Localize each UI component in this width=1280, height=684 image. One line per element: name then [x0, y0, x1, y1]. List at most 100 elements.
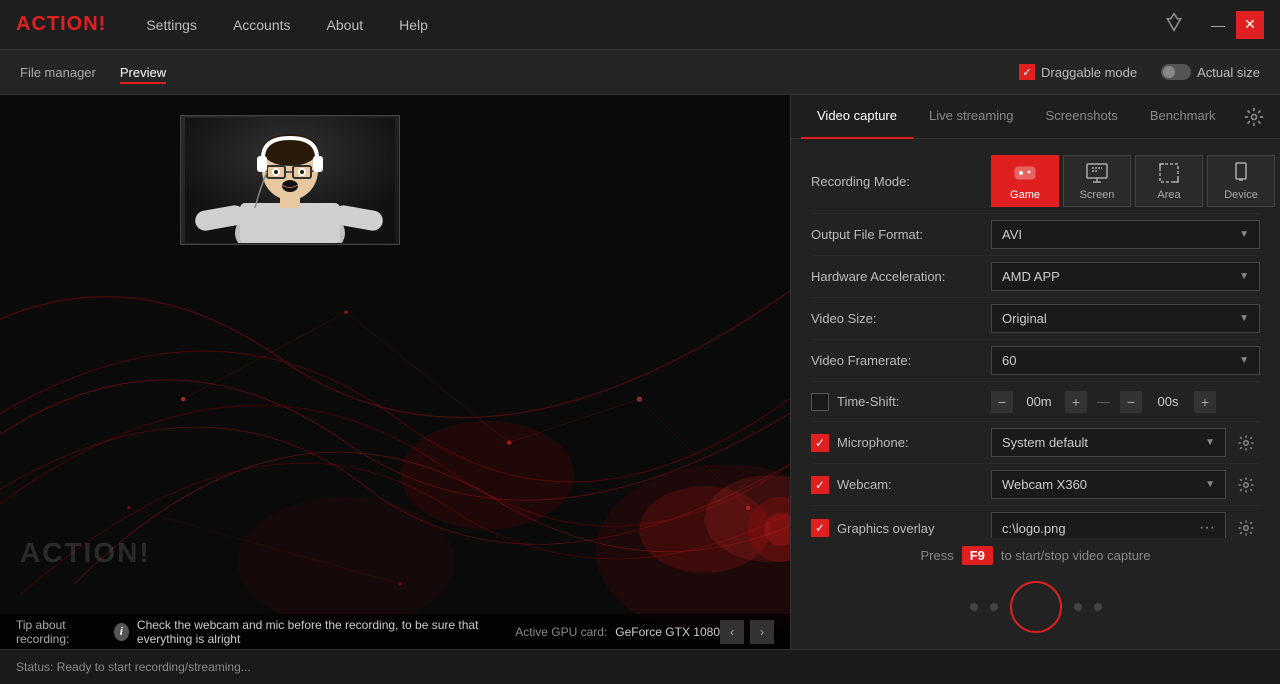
- recording-mode-label: Recording Mode:: [811, 174, 991, 189]
- microphone-control: System default ▼: [991, 428, 1260, 457]
- hw-accel-arrow: ▼: [1239, 271, 1249, 282]
- minimize-button[interactable]: —: [1204, 11, 1232, 39]
- microphone-row: Microphone: System default ▼: [811, 422, 1260, 464]
- graphics-overlay-dropdown[interactable]: c:\logo.png ···: [991, 512, 1226, 538]
- framerate-dropdown[interactable]: 60 ▼: [991, 346, 1260, 375]
- actual-size-toggle[interactable]: Actual size: [1161, 64, 1260, 80]
- timeshift-minutes-minus[interactable]: −: [991, 391, 1013, 413]
- output-format-label: Output File Format:: [811, 227, 991, 242]
- microphone-dropdown[interactable]: System default ▼: [991, 428, 1226, 457]
- file-manager-tab[interactable]: File manager: [20, 61, 96, 84]
- output-format-row: Output File Format: AVI ▼: [811, 214, 1260, 256]
- output-format-control: AVI ▼: [991, 220, 1260, 249]
- mode-area-button[interactable]: Area: [1135, 155, 1203, 207]
- webcam-checkbox[interactable]: [811, 476, 829, 494]
- recording-mode-control: Game Screen: [991, 155, 1275, 207]
- webcam-dropdown[interactable]: Webcam X360 ▼: [991, 470, 1226, 499]
- timeshift-text: Time-Shift:: [837, 394, 899, 409]
- tip-info-icon: i: [114, 623, 129, 641]
- nav-settings[interactable]: Settings: [146, 13, 197, 37]
- indicator-dot-4: [1094, 603, 1102, 611]
- mode-game-button[interactable]: Game: [991, 155, 1059, 207]
- tab-screenshots[interactable]: Screenshots: [1030, 95, 1134, 139]
- webcam-arrow: ▼: [1205, 479, 1215, 490]
- draggable-mode-checkbox[interactable]: [1019, 64, 1035, 80]
- video-size-value: Original: [1002, 311, 1047, 326]
- timeshift-seconds-plus[interactable]: +: [1194, 391, 1216, 413]
- graphics-overlay-gear-icon: [1237, 519, 1255, 537]
- webcam-settings-button[interactable]: [1232, 471, 1260, 499]
- output-format-value: AVI: [1002, 227, 1022, 242]
- webcam-gear-icon: [1237, 476, 1255, 494]
- tip-section: Tip about recording: i Check the webcam …: [16, 618, 515, 646]
- actual-size-checkbox[interactable]: [1161, 64, 1191, 80]
- logo-text2: ON!: [67, 13, 107, 35]
- nav-about[interactable]: About: [327, 13, 364, 37]
- record-area: Press F9 to start/stop video capture: [791, 538, 1280, 649]
- graphics-overlay-checkbox[interactable]: [811, 519, 829, 537]
- hw-accel-control: AMD APP ▼: [991, 262, 1260, 291]
- nav-accounts[interactable]: Accounts: [233, 13, 291, 37]
- tab-benchmark[interactable]: Benchmark: [1134, 95, 1232, 139]
- webcam-overlay[interactable]: [180, 115, 400, 245]
- preview-tab[interactable]: Preview: [120, 61, 166, 84]
- timeshift-row: Time-Shift: − 00m + — − 00s +: [811, 382, 1260, 422]
- indicator-dot-active[interactable]: [1010, 581, 1062, 633]
- video-size-row: Video Size: Original ▼: [811, 298, 1260, 340]
- toolbar: File manager Preview Draggable mode Actu…: [0, 50, 1280, 95]
- timeshift-label: Time-Shift:: [811, 393, 991, 411]
- microphone-checkbox[interactable]: [811, 434, 829, 452]
- tab-video-capture[interactable]: Video capture: [801, 95, 913, 139]
- microphone-gear-icon: [1237, 434, 1255, 452]
- preview-bottom-bar: Tip about recording: i Check the webcam …: [0, 614, 790, 649]
- graphics-overlay-settings-button[interactable]: [1232, 514, 1260, 538]
- tip-next-button[interactable]: ›: [750, 620, 774, 644]
- close-button[interactable]: ✕: [1236, 11, 1264, 39]
- tab-live-streaming[interactable]: Live streaming: [913, 95, 1030, 139]
- graphics-overlay-label-section: Graphics overlay: [811, 519, 991, 537]
- tip-prev-button[interactable]: ‹: [720, 620, 744, 644]
- shortcut-key-badge: F9: [962, 546, 993, 565]
- mode-buttons: Game Screen: [991, 155, 1275, 207]
- tip-text: Check the webcam and mic before the reco…: [137, 618, 515, 646]
- webcam-value: Webcam X360: [1002, 477, 1087, 492]
- hw-accel-row: Hardware Acceleration: AMD APP ▼: [811, 256, 1260, 298]
- pin-icon[interactable]: [1164, 12, 1184, 37]
- timeshift-minutes-plus[interactable]: +: [1065, 391, 1087, 413]
- panel-settings-icon[interactable]: [1238, 101, 1270, 133]
- microphone-label: Microphone:: [837, 435, 909, 450]
- mode-area-label: Area: [1157, 189, 1180, 201]
- area-icon: [1157, 161, 1181, 185]
- hw-accel-value: AMD APP: [1002, 269, 1060, 284]
- video-size-dropdown[interactable]: Original ▼: [991, 304, 1260, 333]
- webcam-label: Webcam:: [837, 477, 892, 492]
- graphics-overlay-row: Graphics overlay c:\logo.png ···: [811, 506, 1260, 538]
- press-text: Press: [921, 548, 954, 563]
- hw-accel-dropdown[interactable]: AMD APP ▼: [991, 262, 1260, 291]
- webcam-person-svg: [185, 118, 395, 243]
- output-format-dropdown[interactable]: AVI ▼: [991, 220, 1260, 249]
- indicator-dot-2: [990, 603, 998, 611]
- draggable-mode-toggle[interactable]: Draggable mode: [1019, 64, 1137, 80]
- app-logo: ACTION!: [16, 13, 106, 36]
- microphone-settings-button[interactable]: [1232, 429, 1260, 457]
- framerate-arrow: ▼: [1239, 355, 1249, 366]
- video-size-control: Original ▼: [991, 304, 1260, 333]
- right-panel: Video capture Live streaming Screenshots…: [790, 95, 1280, 649]
- watermark: ACTION!: [20, 537, 151, 569]
- draggable-mode-label: Draggable mode: [1041, 65, 1137, 80]
- framerate-control: 60 ▼: [991, 346, 1260, 375]
- logo-text: ACT: [16, 13, 60, 35]
- mode-game-label: Game: [1010, 189, 1040, 201]
- video-size-label: Video Size:: [811, 311, 991, 326]
- nav-help[interactable]: Help: [399, 13, 428, 37]
- mode-screen-button[interactable]: Screen: [1063, 155, 1131, 207]
- framerate-row: Video Framerate: 60 ▼: [811, 340, 1260, 382]
- timeshift-seconds-value: 00s: [1148, 394, 1188, 409]
- video-size-arrow: ▼: [1239, 313, 1249, 324]
- status-bar: Status: Ready to start recording/streami…: [0, 649, 1280, 684]
- microphone-label-section: Microphone:: [811, 434, 991, 452]
- mode-device-button[interactable]: Device: [1207, 155, 1275, 207]
- timeshift-checkbox[interactable]: [811, 393, 829, 411]
- timeshift-seconds-minus[interactable]: −: [1120, 391, 1142, 413]
